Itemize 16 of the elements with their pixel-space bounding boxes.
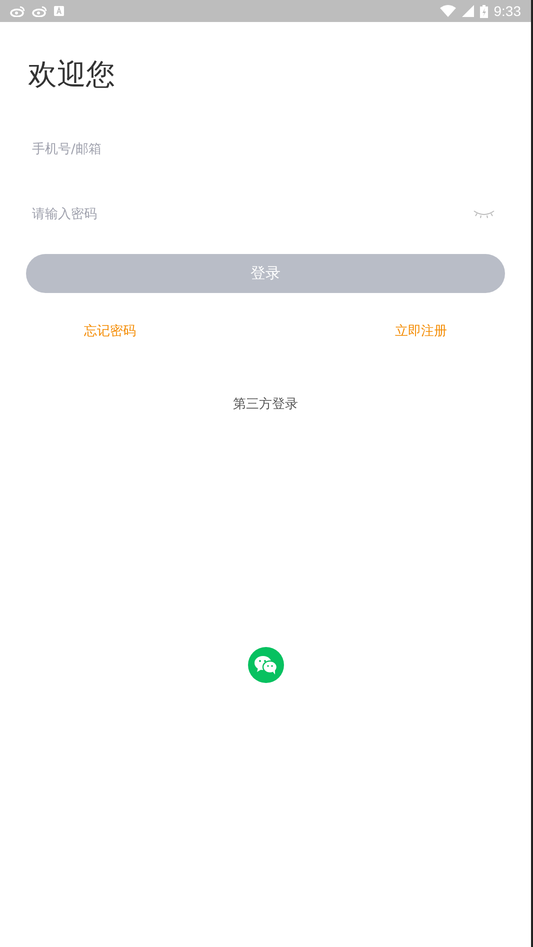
- chat-bubbles-icon: [254, 655, 278, 675]
- signal-icon: [462, 5, 474, 17]
- text-link[interactable]: 忘记密码: [84, 322, 136, 340]
- app-icon: [54, 6, 64, 16]
- weibo-icon: [32, 5, 48, 17]
- text-link[interactable]: 立即注册: [395, 322, 447, 340]
- wechat-login-button[interactable]: [248, 647, 284, 683]
- password-field[interactable]: 请输入密码: [26, 199, 473, 229]
- third-party-label: 第三方登录: [232, 396, 299, 413]
- weibo-icon: [10, 5, 26, 17]
- welcome-title: 欢迎您: [28, 56, 116, 92]
- clock: 9:33: [494, 3, 521, 19]
- phone-field[interactable]: 手机号/邮箱: [26, 134, 505, 164]
- battery-icon: [480, 4, 488, 18]
- closed-eye-icon[interactable]: [473, 210, 495, 218]
- wifi-icon: [440, 5, 456, 17]
